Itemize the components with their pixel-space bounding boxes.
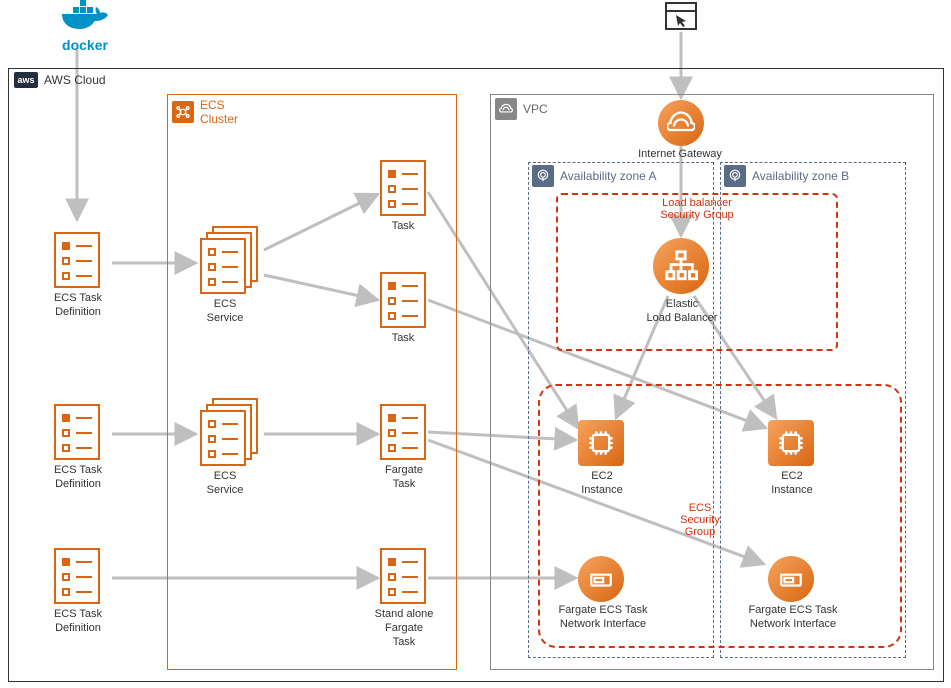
az-b-header: Availability zone B xyxy=(724,165,849,187)
az-b-icon xyxy=(724,165,746,187)
task-1-icon xyxy=(380,160,426,216)
ecs-cluster-header: ECS Cluster xyxy=(172,98,238,126)
internet-gateway-icon xyxy=(658,100,704,146)
ecs-service-1-label: ECS Service xyxy=(190,298,260,326)
az-a-icon xyxy=(532,165,554,187)
task-def-3-icon xyxy=(54,548,100,604)
ecs-cluster-icon xyxy=(172,101,194,123)
elb-label: Elastic Load Balancer xyxy=(622,298,742,326)
task-def-1-icon xyxy=(54,232,100,288)
vpc-label: VPC xyxy=(523,102,548,116)
docker-label: docker xyxy=(40,37,130,53)
ecs-sg-label: ECSSecurityGroup xyxy=(670,502,730,538)
ecs-cluster-label: ECS Cluster xyxy=(200,98,238,126)
fargate-eni-a-icon xyxy=(578,556,624,602)
ec2-a-icon xyxy=(578,420,624,466)
task-1-label: Task xyxy=(370,220,436,234)
browser-icon xyxy=(665,2,697,30)
fargate-task-icon xyxy=(380,404,426,460)
ecs-service-1-icon xyxy=(200,226,260,292)
task-def-3-label: ECS Task Definition xyxy=(36,608,120,636)
aws-cloud-header: aws AWS Cloud xyxy=(14,72,106,88)
fargate-eni-b-icon xyxy=(768,556,814,602)
elb-icon xyxy=(653,238,709,294)
vpc-icon xyxy=(495,98,517,120)
vpc-header: VPC xyxy=(495,98,548,120)
task-def-2-icon xyxy=(54,404,100,460)
az-b-label: Availability zone B xyxy=(752,169,849,183)
ec2-b-icon xyxy=(768,420,814,466)
task-def-2-label: ECS Task Definition xyxy=(36,464,120,492)
aws-cloud-label: AWS Cloud xyxy=(44,73,106,87)
ecs-service-2-label: ECS Service xyxy=(190,470,260,498)
docker-logo: docker xyxy=(40,0,130,53)
az-a-label: Availability zone A xyxy=(560,169,657,183)
standalone-fargate-task-label: Stand alone Fargate Task xyxy=(358,608,450,649)
az-a-header: Availability zone A xyxy=(532,165,657,187)
aws-badge-icon: aws xyxy=(14,72,38,88)
fargate-eni-b-label: Fargate ECS Task Network Interface xyxy=(738,604,848,632)
lb-sg-label: Load balancerSecurity Group xyxy=(556,197,838,221)
task-2-label: Task xyxy=(370,332,436,346)
standalone-fargate-task-icon xyxy=(380,548,426,604)
ec2-a-label: EC2 Instance xyxy=(560,470,644,498)
fargate-task-label: Fargate Task xyxy=(364,464,444,492)
fargate-eni-a-label: Fargate ECS Task Network Interface xyxy=(548,604,658,632)
ecs-service-2-icon xyxy=(200,398,260,464)
task-def-1-label: ECS Task Definition xyxy=(36,292,120,320)
diagram-canvas: docker aws AWS Cloud ECS Cluster VPC xyxy=(0,0,951,688)
task-2-icon xyxy=(380,272,426,328)
internet-gateway-label: Internet Gateway xyxy=(620,148,740,162)
ec2-b-label: EC2 Instance xyxy=(750,470,834,498)
